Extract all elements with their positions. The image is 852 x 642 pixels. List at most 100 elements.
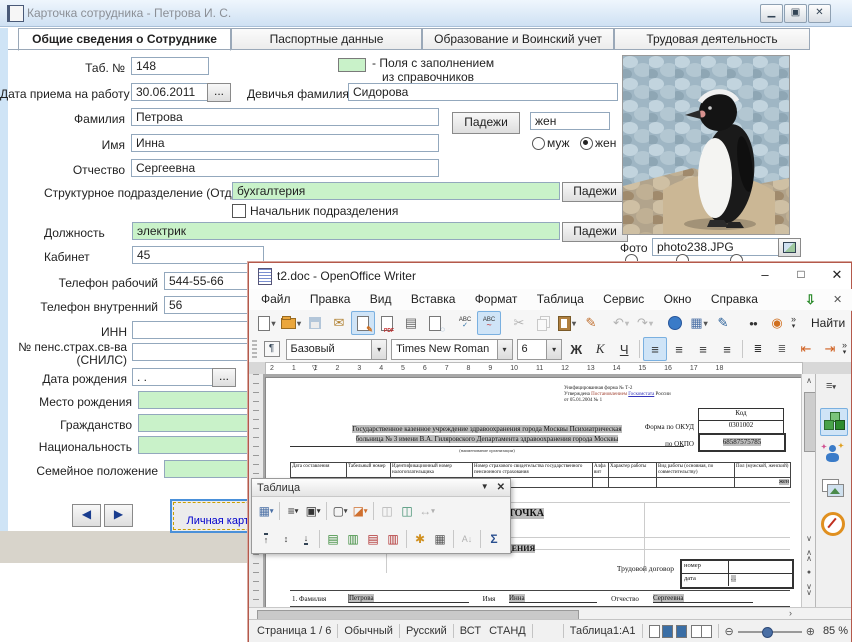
status-page[interactable]: Страница 1 / 6 [257, 625, 331, 637]
insert-row-icon[interactable]: ▤ [323, 529, 343, 549]
gender-word-input[interactable]: жен [530, 112, 610, 130]
status-zoom-value[interactable]: 85 % [823, 625, 848, 637]
italic-button[interactable]: К [588, 337, 612, 361]
border-color-icon[interactable]: ▣▾ [303, 501, 323, 521]
chevron-down-icon[interactable]: ▾ [546, 340, 561, 359]
menu-format[interactable]: Формат [467, 289, 526, 309]
zoom-slider[interactable] [738, 626, 802, 636]
numbered-list-icon[interactable]: ≣ [746, 337, 770, 361]
menu-window[interactable]: Окно [656, 289, 700, 309]
align-top-icon[interactable]: ↑ [256, 529, 276, 549]
email-icon[interactable]: ✉ [327, 311, 351, 335]
menu-file[interactable]: Файл [253, 289, 299, 309]
tab-work-activity[interactable]: Трудовая деятельность [614, 28, 810, 50]
tab-education[interactable]: Образование и Воинский учет [422, 28, 614, 50]
padezhi-button-2[interactable]: Падежи [562, 182, 628, 202]
sidebar-styles-icon[interactable]: ✦ ✦ [820, 442, 846, 468]
next-page-icon[interactable]: ∨∨ [802, 582, 816, 598]
zoom-out-icon[interactable]: ⊖ [725, 625, 734, 638]
bold-button[interactable]: Ж [564, 337, 588, 361]
minimize-button[interactable]: ▁ [760, 4, 783, 23]
menu-tools[interactable]: Сервис [595, 289, 652, 309]
paste-icon[interactable]: ▾ [555, 311, 579, 335]
writer-close-button[interactable]: ✕ [827, 267, 847, 283]
cut-icon[interactable]: ✂ [507, 311, 531, 335]
sort-icon[interactable]: A↓ [457, 529, 477, 549]
clone-formatting-icon[interactable]: ✎ [579, 311, 603, 335]
next-record-button[interactable]: ▶ [104, 504, 133, 527]
page-preview-icon[interactable]: ◌ [423, 311, 447, 335]
find-replace-icon[interactable]: ●● [741, 311, 765, 335]
decrease-indent-icon[interactable]: ⇤ [794, 337, 818, 361]
sidebar-gallery-icon[interactable] [820, 476, 846, 502]
redo-icon[interactable]: ↷▾ [633, 311, 657, 335]
autoformat-icon[interactable]: ✱ [410, 529, 430, 549]
tab-no-input[interactable]: 148 [131, 57, 209, 75]
navigator-icon[interactable]: ◉ [765, 311, 789, 335]
zoom-slider-thumb[interactable] [762, 627, 773, 638]
birth-date-input[interactable]: . . [132, 368, 214, 386]
underline-button[interactable]: Ч [612, 337, 636, 361]
status-page-style[interactable]: Обычный [344, 625, 393, 637]
bullet-list-icon[interactable]: ≣ [770, 337, 794, 361]
scroll-right-icon[interactable]: › [789, 608, 792, 618]
department-input[interactable]: бухгалтерия [232, 182, 560, 200]
delete-column-icon[interactable]: ▥ [383, 529, 403, 549]
optimize-icon[interactable]: ↔▾ [417, 501, 437, 521]
zoom-in-icon[interactable]: ⊕ [806, 625, 815, 638]
save-icon[interactable] [303, 311, 327, 335]
standard-toolbar-overflow[interactable]: »▾ [791, 316, 796, 330]
background-color-icon[interactable]: ◪▾ [350, 501, 370, 521]
hyperlink-icon[interactable] [663, 311, 687, 335]
font-name-combo[interactable]: Times New Roman▾ [391, 339, 512, 360]
table-toolbar-close-icon[interactable]: ✕ [497, 482, 505, 493]
status-language[interactable]: Русский [406, 625, 447, 637]
prev-record-button[interactable]: ◀ [72, 504, 101, 527]
split-cells-icon[interactable]: ◫ [397, 501, 417, 521]
align-bottom-icon[interactable]: ↓ [296, 529, 316, 549]
scroll-up-icon[interactable]: ∧ [802, 374, 816, 388]
navigation-dot-icon[interactable]: ● [802, 566, 816, 580]
hire-date-input[interactable]: 30.06.2011 [131, 83, 209, 101]
menu-edit[interactable]: Правка [302, 289, 359, 309]
align-center-icon[interactable]: ≡ [667, 337, 691, 361]
hire-date-picker-button[interactable]: ... [207, 83, 231, 102]
chevron-down-icon[interactable]: ▾ [497, 340, 512, 359]
line-style-icon[interactable]: ≡▾ [283, 501, 303, 521]
tab-general-info[interactable]: Общие сведения о Сотруднике [18, 28, 231, 51]
sidebar-navigator-icon[interactable] [821, 512, 845, 536]
font-size-combo[interactable]: 6▾ [517, 339, 563, 360]
table-toolbar-menu-icon[interactable]: ▼ [481, 482, 489, 493]
new-document-icon[interactable]: ▾ [255, 311, 279, 335]
increase-indent-icon[interactable]: ⇥ [818, 337, 842, 361]
borders-icon[interactable]: ▢▾ [330, 501, 350, 521]
view-book-icon[interactable] [691, 625, 712, 638]
room-input[interactable]: 45 [132, 246, 264, 264]
menu-insert[interactable]: Вставка [403, 289, 464, 309]
undo-icon[interactable]: ↶▾ [609, 311, 633, 335]
tab-stop-marker[interactable]: ▽ [312, 364, 317, 372]
writer-maximize-button[interactable]: □ [791, 267, 811, 281]
insert-table-icon[interactable]: ▦▾ [687, 311, 711, 335]
birth-date-picker-button[interactable]: ... [212, 368, 236, 387]
vertical-scrollbar[interactable]: ∧ ∨ ∧∧ ● ∨∨ [801, 374, 816, 607]
close-button[interactable]: ✕ [808, 4, 831, 23]
load-url-icon[interactable]: ⇩ [805, 292, 816, 308]
menu-view[interactable]: Вид [362, 289, 400, 309]
scroll-down-icon[interactable]: ∨ [802, 532, 816, 546]
export-pdf-icon[interactable]: PDF [375, 311, 399, 335]
sidebar-settings-icon[interactable]: ≡▾ [826, 380, 836, 392]
close-document-icon[interactable]: ✕ [833, 293, 842, 306]
table-properties-icon[interactable]: ▦ [430, 529, 450, 549]
padezhi-button-3[interactable]: Падежи [562, 222, 628, 242]
view-single-page-icon[interactable] [649, 625, 660, 638]
maximize-button[interactable]: ▣ [784, 4, 807, 23]
previous-page-icon[interactable]: ∧∧ [802, 548, 816, 564]
chevron-down-icon[interactable]: ▾ [371, 340, 386, 359]
gender-female-radio[interactable] [580, 137, 593, 150]
position-input[interactable]: электрик [132, 222, 560, 240]
tab-passport-data[interactable]: Паспортные данные [231, 28, 422, 50]
middle-name-input[interactable]: Сергеевна [131, 159, 439, 177]
horizontal-ruler[interactable]: 2 1 1 2 3 4 5 6 7 8 9 10 11 12 13 14 15 … [249, 362, 851, 374]
center-vertical-icon[interactable]: ↕ [276, 529, 296, 549]
